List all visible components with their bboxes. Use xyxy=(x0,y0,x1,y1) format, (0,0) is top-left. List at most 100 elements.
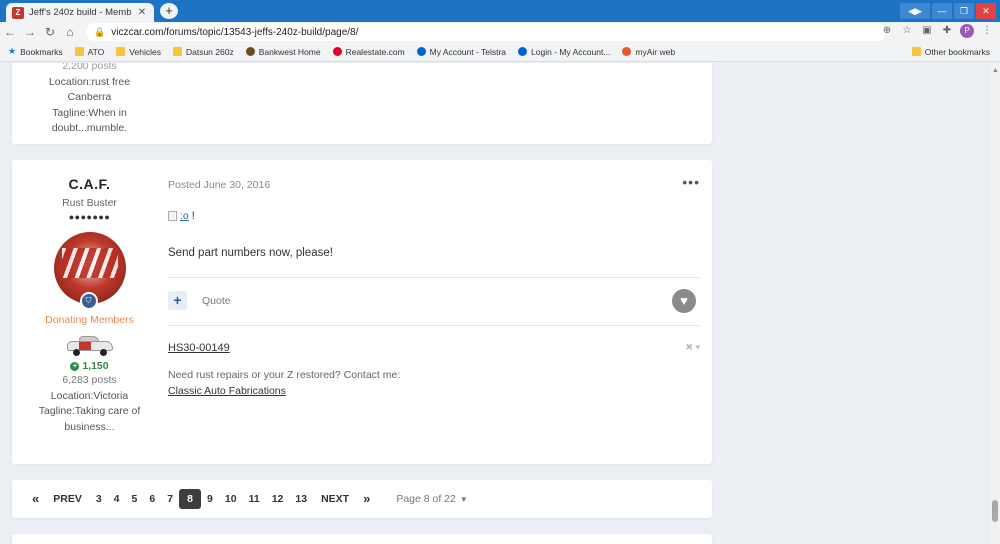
post-options-icon[interactable]: ••• xyxy=(682,174,700,190)
menu-kebab-icon[interactable]: ⋮ xyxy=(980,24,994,38)
bookmark-item[interactable]: Login - My Account... xyxy=(518,47,610,57)
page-numbers: 3 4 5 6 7 8 9 10 11 12 13 xyxy=(90,489,313,509)
extension-p-icon[interactable]: ▣ xyxy=(920,24,934,38)
bookmark-label: ATO xyxy=(87,46,105,57)
bookmark-label: Vehicles xyxy=(129,46,161,57)
previous-tagline-line2: doubt...mumble. xyxy=(51,122,128,134)
url-text[interactable]: viczcar.com/forums/topic/13543-jeffs-240… xyxy=(111,27,358,38)
shield-badge-icon: ⛉ xyxy=(79,292,98,310)
author-rank: Rust Buster xyxy=(62,197,117,209)
post-date[interactable]: Posted June 30, 2016 xyxy=(168,179,270,191)
reload-icon[interactable]: ↻ xyxy=(40,25,60,39)
previous-posts-count: 2,200 posts xyxy=(62,63,117,72)
telstra-icon xyxy=(416,47,426,56)
last-page-button[interactable]: » xyxy=(357,489,376,509)
reputation: + 1,150 xyxy=(12,360,167,372)
page-number-button[interactable]: 4 xyxy=(108,489,126,509)
car-wheel-rear xyxy=(99,349,107,356)
author-tagline-line1: Tagline:Taking care of xyxy=(38,405,141,417)
bookmark-item[interactable]: ATO xyxy=(74,46,105,57)
scroll-thumb[interactable] xyxy=(992,500,998,522)
avatar-logo-image xyxy=(61,248,118,278)
other-bookmarks-label: Other bookmarks xyxy=(924,46,990,57)
lock-icon[interactable]: 🔒 xyxy=(94,27,105,38)
current-page-button[interactable]: 8 xyxy=(179,489,202,509)
author-avatar-wrap[interactable]: ⛉ xyxy=(53,232,126,310)
page-number-button[interactable]: 12 xyxy=(266,489,290,509)
member-group: Donating Members xyxy=(45,314,134,326)
page-number-button[interactable]: 6 xyxy=(143,489,161,509)
rank-pips: ●●●●●●● xyxy=(68,212,111,222)
first-page-button[interactable]: « xyxy=(26,489,45,509)
author-tagline-line2: business... xyxy=(64,420,115,433)
page-number-button[interactable]: 10 xyxy=(219,489,243,509)
star-icon: ★ xyxy=(8,46,17,56)
page-number-button[interactable]: 13 xyxy=(289,489,313,509)
bookmark-item[interactable]: myAir web xyxy=(622,47,675,57)
page-number-button[interactable]: 3 xyxy=(90,489,108,509)
bookmark-item[interactable]: Bankwest Home xyxy=(245,47,321,57)
page-jump-dropdown[interactable]: Page 8 of 22 ▼ xyxy=(396,493,467,505)
bookmark-label: myAir web xyxy=(635,46,676,57)
page-number-button[interactable]: 9 xyxy=(201,489,219,509)
page-number-button[interactable]: 11 xyxy=(243,489,266,509)
quote-button[interactable]: Quote xyxy=(202,295,231,307)
previous-author-stats: 2,200 posts Location:rust free Canberra … xyxy=(12,63,167,137)
page-number-button[interactable]: 5 xyxy=(126,489,144,509)
broken-image-icon xyxy=(168,211,177,221)
bookmark-item[interactable]: ★ Bookmarks xyxy=(8,46,63,57)
media-controls-icon[interactable]: ◀▶ xyxy=(900,3,930,19)
page-scrollbar[interactable]: ▲ xyxy=(990,63,1000,544)
emoji-line: :o ! xyxy=(168,210,195,222)
hide-signature-icon[interactable]: ✖ ▾ xyxy=(685,342,700,353)
extensions-puzzle-icon[interactable]: ✚ xyxy=(940,24,954,38)
telstra-icon xyxy=(518,47,528,56)
scroll-up-icon[interactable]: ▲ xyxy=(992,67,999,74)
reputation-plus-icon: + xyxy=(70,361,80,371)
previous-location-line2: Canberra xyxy=(67,91,112,103)
bookmark-label: My Account - Telstra xyxy=(429,46,507,57)
back-arrow-icon[interactable]: ← xyxy=(0,25,20,39)
home-icon[interactable]: ⌂ xyxy=(60,25,80,39)
bookmark-item[interactable]: Datsun 260z xyxy=(172,46,234,57)
bookmark-star-icon[interactable]: ☆ xyxy=(900,24,914,38)
page-number-button[interactable]: 7 xyxy=(161,489,179,509)
pagination: « PREV 3 4 5 6 7 8 9 10 11 12 13 NEXT » Page 8 of … xyxy=(26,489,468,509)
post-count: 6,283 posts xyxy=(62,374,117,386)
author-panel: C.A.F. Rust Buster ●●●●●●● ⛉ Donating Me… xyxy=(12,160,167,435)
browser-toolbar: ← → ↻ ⌂ 🔒 viczcar.com/forums/topic/13543… xyxy=(0,22,1000,42)
maximize-icon[interactable]: ❐ xyxy=(954,3,974,19)
tab-title: Jeff's 240z build - Members Proje xyxy=(29,7,131,18)
next-page-button[interactable]: NEXT xyxy=(313,489,357,509)
previous-post-card: 2,200 posts Location:rust free Canberra … xyxy=(12,63,712,144)
site-favicon-icon: Z xyxy=(12,6,24,19)
profile-avatar[interactable]: P xyxy=(960,24,974,38)
bookmark-item[interactable]: Vehicles xyxy=(116,47,161,57)
minimize-icon[interactable]: — xyxy=(932,3,952,19)
address-bar[interactable]: 🔒 viczcar.com/forums/topic/13543-jeffs-2… xyxy=(86,23,886,41)
close-window-icon[interactable]: ✕ xyxy=(976,3,996,19)
like-heart-icon[interactable]: ♥ xyxy=(672,289,696,313)
page-info: Page 8 of 22 xyxy=(396,493,456,505)
bookmark-label: Datsun 260z xyxy=(185,46,234,57)
close-tab-icon[interactable]: ✕ xyxy=(136,7,148,18)
other-bookmarks[interactable]: Other bookmarks xyxy=(911,46,990,57)
zoom-icon[interactable]: ⊕ xyxy=(880,24,894,38)
prev-page-button[interactable]: PREV xyxy=(45,489,90,509)
post-body: Posted June 30, 2016 ••• :o ! Send part … xyxy=(168,160,700,464)
emoji-suffix: ! xyxy=(191,210,195,222)
multiquote-plus-button[interactable]: + xyxy=(168,291,187,310)
new-tab-button[interactable]: + xyxy=(160,3,178,19)
bookmark-item[interactable]: My Account - Telstra xyxy=(416,46,507,57)
bookmark-item[interactable]: Realestate.com xyxy=(332,47,405,57)
next-card xyxy=(12,534,712,544)
realestate-icon xyxy=(332,47,342,56)
forward-arrow-icon[interactable]: → xyxy=(20,25,40,39)
signature-link[interactable]: HS30-00149 xyxy=(168,342,230,354)
previous-tagline-line1: Tagline:When in xyxy=(52,106,127,119)
signature-business-link[interactable]: Classic Auto Fabrications xyxy=(168,385,286,397)
bank-icon xyxy=(245,47,255,56)
browser-tab[interactable]: Z Jeff's 240z build - Members Proje ✕ xyxy=(6,3,154,22)
author-name[interactable]: C.A.F. xyxy=(12,176,167,192)
ring-icon xyxy=(622,47,632,56)
